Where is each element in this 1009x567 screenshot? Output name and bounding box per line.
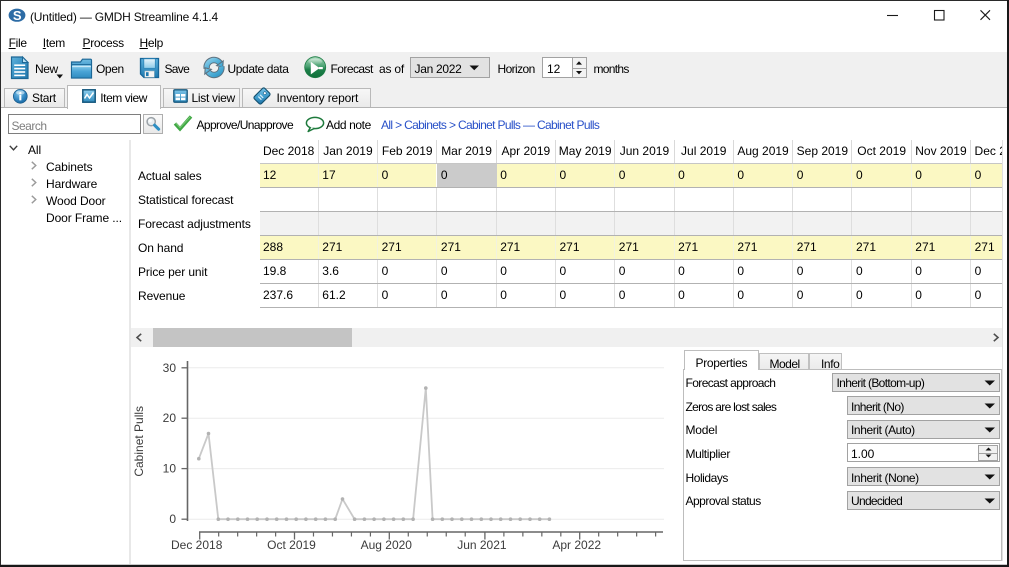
svg-text:Aug 2020: Aug 2020 bbox=[361, 538, 413, 552]
svg-text:Cabinet Pulls: Cabinet Pulls bbox=[132, 406, 146, 477]
svg-text:S: S bbox=[13, 8, 22, 23]
svg-text:20: 20 bbox=[163, 411, 177, 425]
svg-text:10: 10 bbox=[163, 462, 177, 476]
svg-text:Jun 2021: Jun 2021 bbox=[457, 538, 507, 552]
svg-text:30: 30 bbox=[163, 361, 177, 375]
svg-text:0: 0 bbox=[169, 512, 176, 526]
svg-text:Apr 2022: Apr 2022 bbox=[552, 538, 601, 552]
svg-text:Dec 2018: Dec 2018 bbox=[171, 538, 223, 552]
svg-text:Oct 2019: Oct 2019 bbox=[267, 538, 316, 552]
